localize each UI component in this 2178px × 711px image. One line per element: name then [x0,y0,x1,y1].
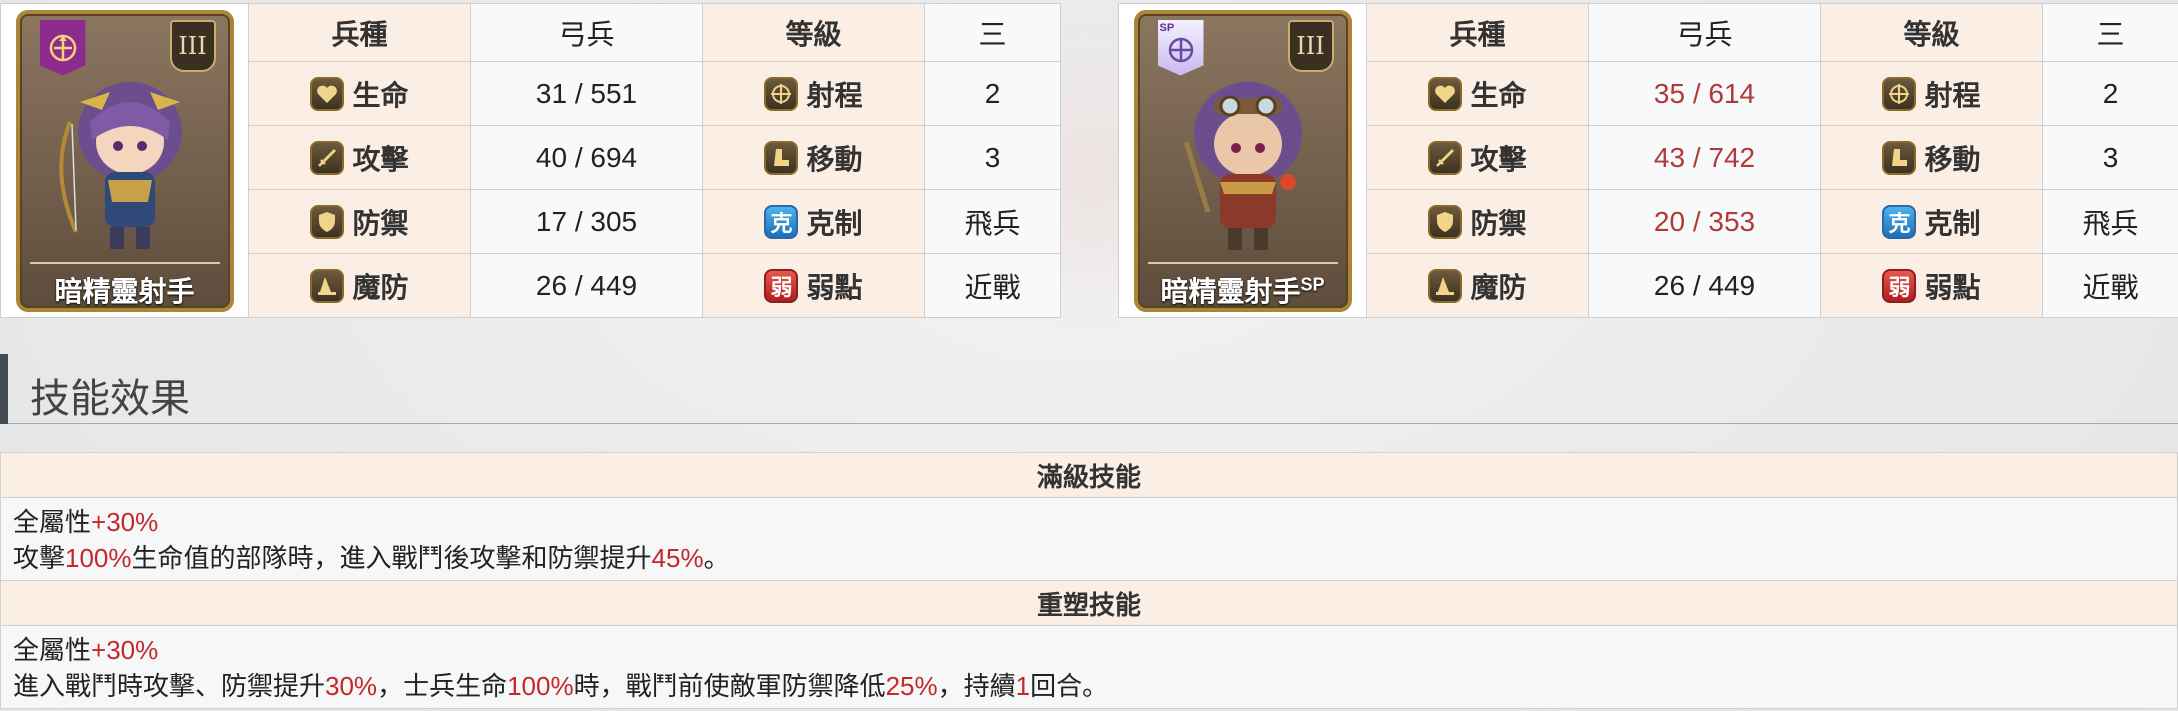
value-range: 2 [924,61,1061,126]
skill-header-reforge: 重塑技能 [0,580,2178,626]
crosshair-icon [764,76,799,111]
value-range: 2 [2042,61,2178,126]
unit-name: 暗精靈射手SP [1160,274,1325,307]
value-hp: 35 / 614 [1588,61,1821,126]
value-weak: 近戰 [2042,253,2178,318]
heading-accent-bar [0,354,8,424]
wizard-hat-icon [1428,268,1463,303]
skills-section-title: 技能效果 [30,376,190,422]
skill-line: 全屬性+30% [13,635,159,665]
label-weak: 弱弱點 [702,253,925,318]
unit-stats-table-2: SP III 暗精靈射手SP 兵種 弓兵 等級 三 生命 35 / 614 射程… [1118,3,2178,318]
unit-card-sp[interactable]: SP III 暗精靈射手SP [1133,9,1352,312]
sp-tag: SP [1159,21,1175,34]
name-divider [1147,261,1338,264]
value-weak: 近戰 [924,253,1061,318]
sword-icon [1428,140,1463,175]
shield-icon [310,204,345,239]
unit-name: 暗精靈射手 [54,275,195,307]
value-def: 17 / 305 [470,189,703,254]
label-grade: 等級 [702,3,925,62]
label-atk: 攻擊 [248,125,471,190]
counter-icon: 克 [1882,204,1917,239]
value-mdef: 26 / 449 [470,253,703,318]
value-counter: 飛兵 [924,189,1061,254]
skills-section-heading: 技能效果 [0,354,2178,424]
label-range: 射程 [702,61,925,126]
label-mdef: 魔防 [248,253,471,318]
value-grade: 三 [924,3,1061,62]
skill-line: 全屬性+30% [13,507,159,537]
unit-portrait-cell: III 暗精靈射手 [0,3,249,318]
character-portrait [58,81,182,249]
label-counter: 克克制 [702,189,925,254]
label-def: 防禦 [248,189,471,254]
label-atk: 攻擊 [1366,125,1589,190]
skill-header-max-level: 滿級技能 [0,452,2178,498]
value-counter: 飛兵 [2042,189,2178,254]
heart-icon [1428,76,1463,111]
skill-body-max-level: 全屬性+30% 攻擊100%生命值的部隊時，進入戰鬥後攻擊和防禦提升45%。 [0,497,2178,581]
value-atk: 43 / 742 [1588,125,1821,190]
label-def: 防禦 [1366,189,1589,254]
sword-icon [310,140,345,175]
label-weak: 弱弱點 [1820,253,2043,318]
value-mdef: 26 / 449 [1588,253,1821,318]
label-grade: 等級 [1820,3,2043,62]
value-def: 20 / 353 [1588,189,1821,254]
label-type: 兵種 [1366,3,1589,62]
weakness-icon: 弱 [1882,268,1917,303]
value-grade: 三 [2042,3,2178,62]
value-move: 3 [924,125,1061,190]
skills-table: 滿級技能 全屬性+30% 攻擊100%生命值的部隊時，進入戰鬥後攻擊和防禦提升4… [0,452,2178,709]
label-type: 兵種 [248,3,471,62]
shield-icon [1428,204,1463,239]
value-move: 3 [2042,125,2178,190]
unit-card[interactable]: III 暗精靈射手 [15,9,234,312]
value-hp: 31 / 551 [470,61,703,126]
skill-body-reforge: 全屬性+30% 進入戰鬥時攻擊、防禦提升30%，士兵生命100%時，戰鬥前使敵軍… [0,625,2178,709]
unit-stats-table-1: III 暗精靈射手 兵種 弓兵 等級 三 生命 31 / 551 射程 2 攻擊… [0,3,1061,318]
value-type: 弓兵 [1588,3,1821,62]
weakness-icon: 弱 [764,268,799,303]
name-divider [29,261,220,264]
label-hp: 生命 [1366,61,1589,126]
value-type: 弓兵 [470,3,703,62]
label-range: 射程 [1820,61,2043,126]
label-hp: 生命 [248,61,471,126]
boot-icon [764,140,799,175]
label-counter: 克克制 [1820,189,2043,254]
value-atk: 40 / 694 [470,125,703,190]
skill-line: 進入戰鬥時攻擊、防禦提升30%，士兵生命100%時，戰鬥前使敵軍防禦降低25%，… [13,671,1109,701]
label-move: 移動 [702,125,925,190]
label-mdef: 魔防 [1366,253,1589,318]
heart-icon [310,76,345,111]
boot-icon [1882,140,1917,175]
label-move: 移動 [1820,125,2043,190]
counter-icon: 克 [764,204,799,239]
wizard-hat-icon [310,268,345,303]
unit-portrait-cell: SP III 暗精靈射手SP [1118,3,1367,318]
character-portrait [1183,81,1302,250]
skill-line: 攻擊100%生命值的部隊時，進入戰鬥後攻擊和防禦提升45%。 [13,543,730,573]
crosshair-icon [1882,76,1917,111]
